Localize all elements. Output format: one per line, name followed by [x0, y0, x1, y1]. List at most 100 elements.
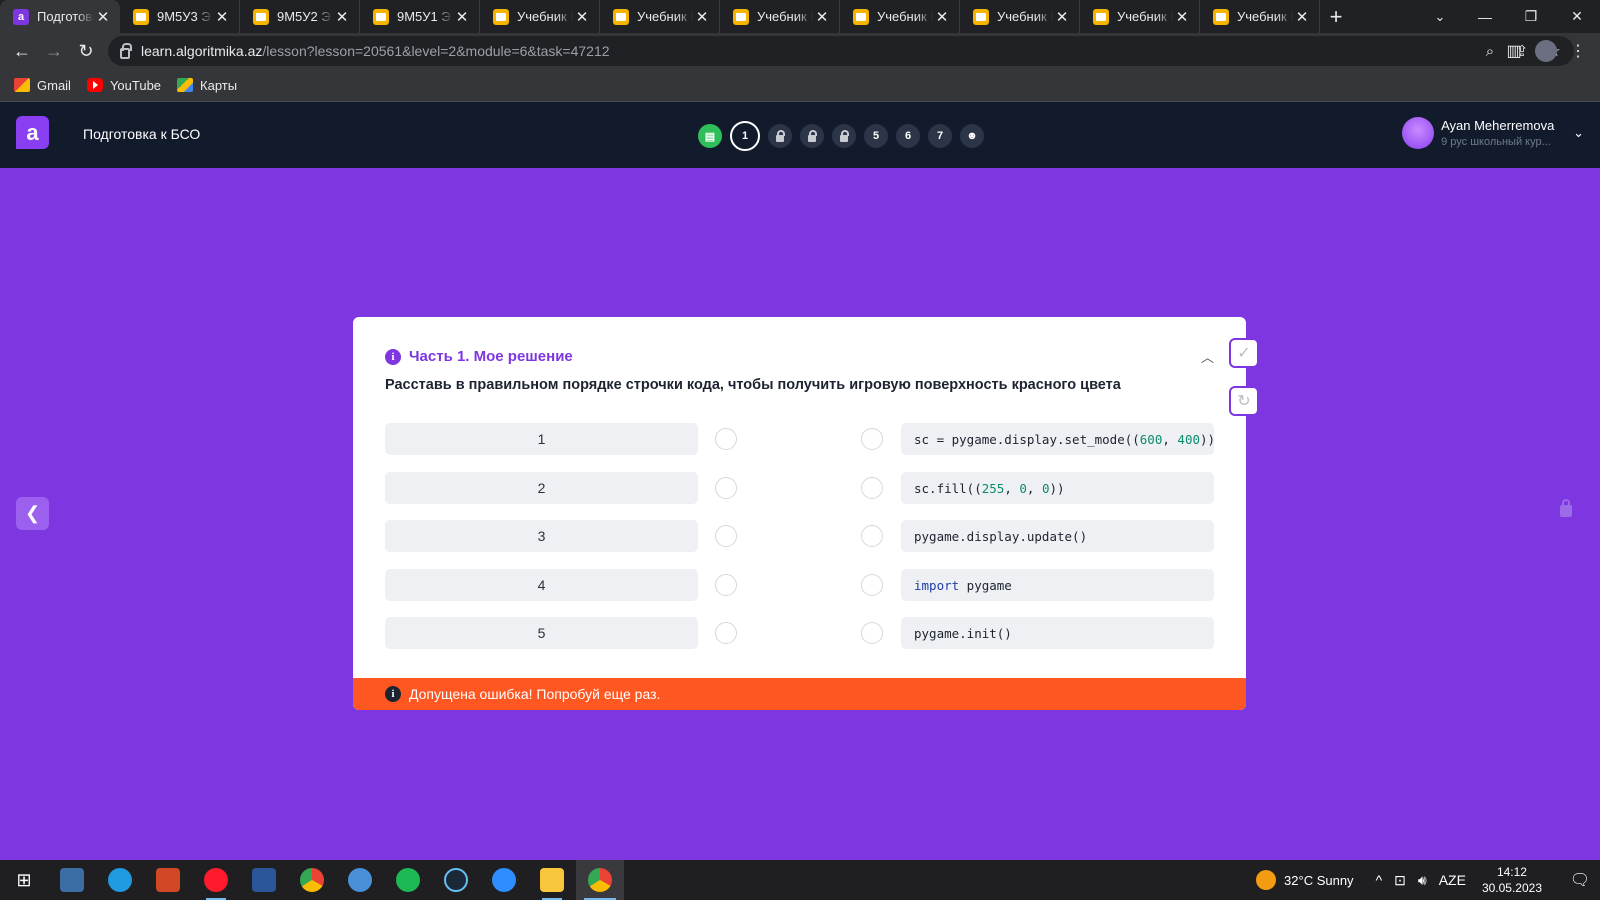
browser-icon[interactable]: [336, 860, 384, 900]
right-connector[interactable]: [861, 622, 883, 644]
close-tab-icon[interactable]: ✕: [333, 8, 351, 26]
tab-7[interactable]: Учебник М✕: [840, 0, 960, 33]
tab-title: Учебник М: [517, 9, 573, 24]
match-row: 1 sc = pygame.display.set_mode((600, 400…: [385, 423, 1215, 455]
zoom-icon[interactable]: [480, 860, 528, 900]
chevron-up-icon[interactable]: ^: [1376, 872, 1383, 888]
forward-icon[interactable]: →: [38, 35, 70, 67]
close-tab-icon[interactable]: ✕: [1293, 8, 1311, 26]
start-icon[interactable]: ⊞: [0, 860, 48, 900]
tab-3[interactable]: 9M5У1 ЭУ ✕: [360, 0, 480, 33]
spotify-icon[interactable]: [384, 860, 432, 900]
clock[interactable]: 14:12 30.05.2023: [1482, 864, 1542, 896]
sidepanel-icon[interactable]: ▥: [1498, 35, 1530, 67]
close-tab-icon[interactable]: ✕: [933, 8, 951, 26]
close-tab-icon[interactable]: ✕: [573, 8, 591, 26]
user-name: Ayan Meherremova: [1441, 118, 1555, 133]
address-bar[interactable]: learn.algoritmika.az/lesson?lesson=20561…: [108, 36, 1574, 66]
bookmark-youtube[interactable]: YouTube: [86, 78, 161, 93]
lock-icon[interactable]: [120, 42, 132, 59]
calculator-icon[interactable]: [48, 860, 96, 900]
tab-8[interactable]: Учебник М✕: [960, 0, 1080, 33]
close-tab-icon[interactable]: ✕: [693, 8, 711, 26]
tab-5[interactable]: Учебник М✕: [600, 0, 720, 33]
tab-2[interactable]: 9M5У2 ЭУ ✕: [240, 0, 360, 33]
chat-icon: ▤: [704, 130, 716, 143]
weather-sun-icon[interactable]: [1256, 870, 1277, 890]
bookmark-gmail[interactable]: Gmail: [14, 78, 71, 93]
step-6[interactable]: 6: [896, 124, 920, 148]
right-connector[interactable]: [861, 574, 883, 596]
user-menu[interactable]: Ayan Meherremova 9 рус школьный кур... ⌄: [1402, 117, 1584, 149]
code-line[interactable]: pygame.display.update(): [901, 520, 1214, 552]
info-icon: i: [385, 348, 401, 365]
back-icon[interactable]: ←: [6, 35, 38, 67]
word-icon[interactable]: [240, 860, 288, 900]
volume-icon[interactable]: 🔊︎: [1418, 872, 1427, 889]
menu-icon[interactable]: ⋮: [1562, 35, 1594, 67]
tab-10[interactable]: Учебник М✕: [1200, 0, 1320, 33]
tab-title: 9M5У2 ЭУ: [277, 9, 333, 24]
close-window-icon[interactable]: ✕: [1554, 0, 1600, 33]
left-connector[interactable]: [715, 574, 737, 596]
new-tab-button[interactable]: +: [1320, 0, 1352, 33]
close-tab-icon[interactable]: ✕: [813, 8, 831, 26]
network-icon[interactable]: ⊡: [1394, 872, 1406, 889]
left-connector[interactable]: [715, 622, 737, 644]
algoritmika-logo[interactable]: a: [16, 116, 49, 149]
step-smile-icon[interactable]: ☻: [960, 124, 984, 148]
language-indicator[interactable]: AZE: [1439, 872, 1466, 888]
check-button[interactable]: ✓: [1229, 338, 1259, 368]
bookmark-maps[interactable]: Карты: [177, 78, 237, 93]
lesson-steps: ▤ 1 5 6 7 ☻: [698, 121, 984, 151]
chevron-down-icon[interactable]: ⌄: [1573, 125, 1584, 141]
left-connector[interactable]: [715, 428, 737, 450]
previous-task-button[interactable]: ❮: [16, 497, 49, 530]
tab-9[interactable]: Учебник М✕: [1080, 0, 1200, 33]
tab-6[interactable]: Учебник М✕: [720, 0, 840, 33]
reload-icon[interactable]: ↻: [70, 35, 102, 67]
close-tab-icon[interactable]: ✕: [213, 8, 231, 26]
right-connector[interactable]: [861, 428, 883, 450]
step-5[interactable]: 5: [864, 124, 888, 148]
tab-4[interactable]: Учебник М✕: [480, 0, 600, 33]
close-tab-icon[interactable]: ✕: [94, 8, 112, 26]
left-connector[interactable]: [715, 477, 737, 499]
right-connector[interactable]: [861, 525, 883, 547]
left-connector[interactable]: [715, 525, 737, 547]
tab-search-icon[interactable]: ⌄: [1426, 0, 1454, 33]
code-line[interactable]: sc = pygame.display.set_mode((600, 400)): [901, 423, 1215, 455]
step-7[interactable]: 7: [928, 124, 952, 148]
right-connector[interactable]: [861, 477, 883, 499]
part-header[interactable]: i Часть 1. Мое решение: [385, 348, 573, 365]
opera-icon[interactable]: [192, 860, 240, 900]
edge-icon[interactable]: [96, 860, 144, 900]
window-controls: — ❐ ✕: [1462, 0, 1600, 33]
close-tab-icon[interactable]: ✕: [1053, 8, 1071, 26]
avatar[interactable]: [1402, 117, 1435, 149]
reset-button[interactable]: ↻: [1229, 386, 1259, 416]
restore-icon[interactable]: ❐: [1508, 0, 1554, 33]
tab-0[interactable]: a Подготовка к БСО✕: [0, 0, 120, 33]
notifications-icon[interactable]: 🗨︎: [1560, 860, 1600, 900]
steam-icon[interactable]: [432, 860, 480, 900]
powerpoint-icon[interactable]: [144, 860, 192, 900]
weather-text[interactable]: 32°C Sunny: [1284, 873, 1354, 888]
step-chat[interactable]: ▤: [698, 124, 722, 148]
code-line[interactable]: import pygame: [901, 569, 1214, 601]
task-question: Расставь в правильном порядке строчки ко…: [385, 377, 1121, 393]
chrome-icon[interactable]: [288, 860, 336, 900]
close-tab-icon[interactable]: ✕: [453, 8, 471, 26]
chevron-up-icon[interactable]: ︿: [1201, 347, 1214, 366]
code-line[interactable]: sc.fill((255, 0, 0)): [901, 472, 1214, 504]
close-tab-icon[interactable]: ✕: [1173, 8, 1191, 26]
slides-icon: [373, 8, 389, 25]
tab-1[interactable]: 9M5У3 ЭУ ✕: [120, 0, 240, 33]
explorer-icon[interactable]: [528, 860, 576, 900]
step-1[interactable]: 1: [730, 121, 760, 151]
code-line[interactable]: pygame.init(): [901, 617, 1214, 649]
chrome-active-icon[interactable]: [576, 860, 624, 900]
profile-avatar[interactable]: [1535, 40, 1557, 62]
minimize-icon[interactable]: —: [1462, 0, 1508, 33]
app-header: a Подготовка к БСО ▤ 1 5 6 7 ☻ Ayan Mehe…: [0, 102, 1600, 168]
